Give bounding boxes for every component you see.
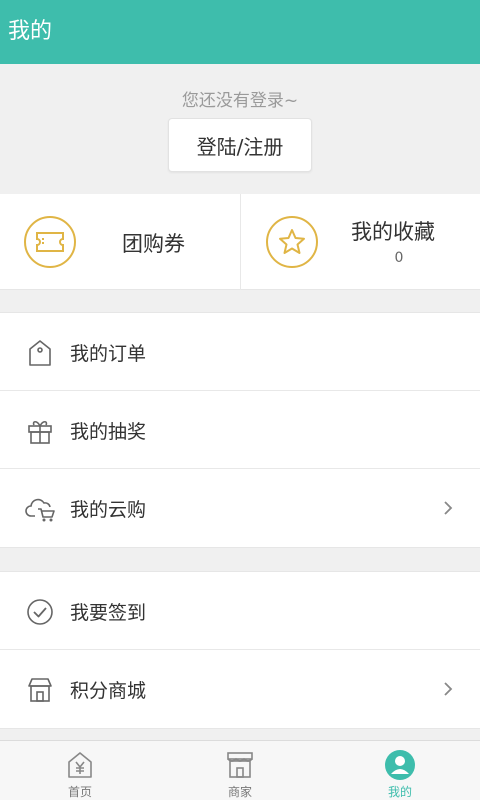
star-icon xyxy=(266,216,318,268)
login-hint: 您还没有登录~ xyxy=(181,91,299,111)
ticket-icon xyxy=(24,216,76,268)
tab-label: 商家 xyxy=(227,785,252,799)
quick-links: 团购券 我的收藏 0 xyxy=(0,194,480,290)
menu-group-points: 我要签到 积分商城 xyxy=(0,571,480,729)
menu-item-cloud-buy[interactable]: 我的云购 xyxy=(0,469,480,547)
menu-group-orders: 我的订单 我的抽奖 我的云购 xyxy=(0,312,480,548)
login-register-button[interactable]: 登陆/注册 xyxy=(168,118,312,172)
check-circle-icon xyxy=(25,597,55,627)
app-header: 我的 xyxy=(0,0,480,64)
store-icon xyxy=(25,675,55,705)
menu-item-checkin[interactable]: 我要签到 xyxy=(0,572,480,650)
favorites-count: 0 xyxy=(394,250,404,266)
tab-mine[interactable]: 我的 xyxy=(320,741,480,800)
group-coupon-label: 团购券 xyxy=(122,232,185,256)
chevron-right-icon xyxy=(442,681,454,697)
menu-label: 我的订单 xyxy=(70,343,147,365)
menu-item-orders[interactable]: 我的订单 xyxy=(0,313,480,391)
menu-label: 我的抽奖 xyxy=(70,421,147,443)
home-yuan-icon xyxy=(64,749,96,781)
login-section: 您还没有登录~ 登陆/注册 xyxy=(0,64,480,194)
menu-label: 我的云购 xyxy=(70,499,147,521)
group-coupon-link[interactable]: 团购券 xyxy=(0,194,240,290)
favorites-link[interactable]: 我的收藏 0 xyxy=(240,194,480,290)
tab-merchants[interactable]: 商家 xyxy=(160,741,320,800)
menu-label: 积分商城 xyxy=(70,680,147,702)
favorites-label: 我的收藏 xyxy=(351,220,435,244)
tab-label: 我的 xyxy=(387,785,412,799)
page-title: 我的 xyxy=(8,19,53,44)
gift-icon xyxy=(25,416,55,446)
cloud-cart-icon xyxy=(25,494,55,524)
bottom-tab-bar: 首页 商家 我的 xyxy=(0,740,480,800)
menu-label: 我要签到 xyxy=(70,602,147,624)
tab-home[interactable]: 首页 xyxy=(0,741,160,800)
shop-icon xyxy=(224,749,256,781)
tab-label: 首页 xyxy=(67,785,92,799)
menu-item-lottery[interactable]: 我的抽奖 xyxy=(0,391,480,469)
user-icon xyxy=(384,749,416,781)
menu-item-points-mall[interactable]: 积分商城 xyxy=(0,650,480,728)
tag-icon xyxy=(25,338,55,368)
chevron-right-icon xyxy=(442,500,454,516)
